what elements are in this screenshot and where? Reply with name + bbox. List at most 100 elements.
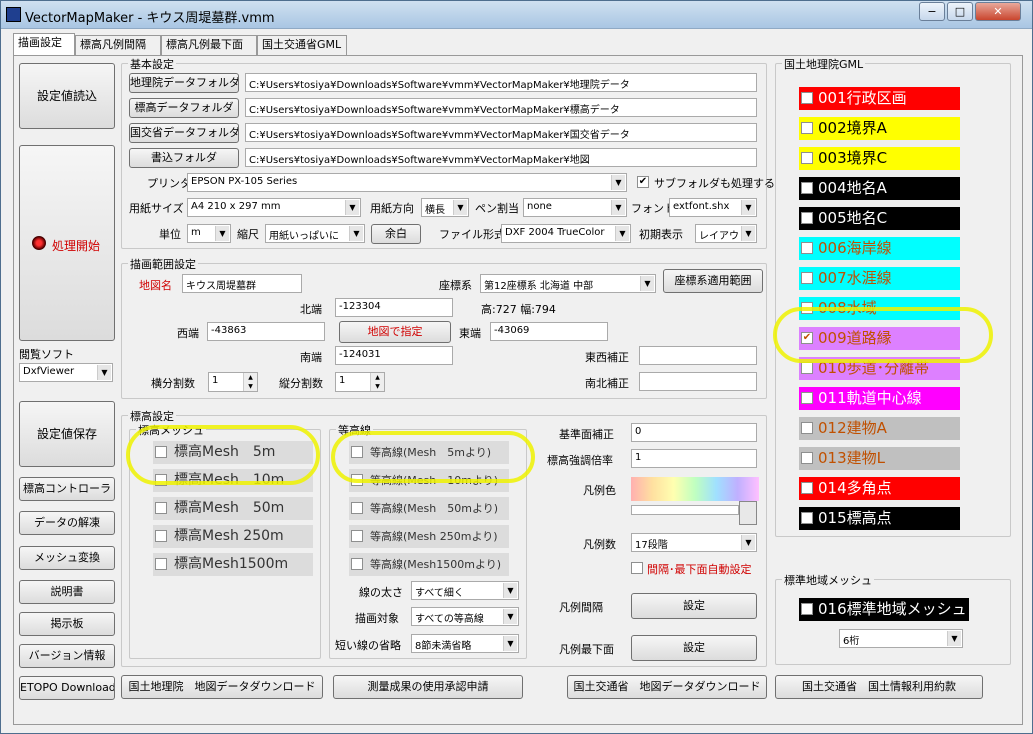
output-folder-button[interactable]: 書込フォルダ (129, 148, 239, 168)
checkbox[interactable] (155, 558, 167, 570)
pen-select[interactable]: none ▼ (523, 198, 627, 217)
ew-correction-field[interactable] (639, 346, 757, 365)
board-button[interactable]: 掲示板 (19, 612, 115, 636)
color-slider-track[interactable] (631, 505, 739, 515)
gsi-folder-path[interactable]: C:¥Users¥tosiya¥Downloads¥Software¥vmm¥V… (245, 73, 757, 92)
minimize-button[interactable]: − (919, 2, 945, 21)
mlit-folder-path[interactable]: C:¥Users¥tosiya¥Downloads¥Software¥vmm¥V… (245, 123, 757, 142)
legend-interval-button[interactable]: 設定 (631, 593, 757, 619)
select-on-map-button[interactable]: 地図で指定 (339, 321, 451, 343)
mesh-250m-option[interactable]: 標高Mesh 250m (153, 525, 313, 548)
paper-direction-select[interactable]: 横長 ▼ (421, 198, 469, 217)
gml-layer-item[interactable]: 003境界C (799, 147, 960, 170)
scale-select[interactable]: 用紙いっぱいに ▼ (265, 224, 365, 243)
checkbox[interactable] (351, 502, 363, 514)
checkbox[interactable] (155, 530, 167, 542)
checkbox[interactable] (801, 392, 813, 404)
checkbox[interactable] (801, 272, 813, 284)
gsi-folder-button[interactable]: 地理院データフォルダ (129, 73, 239, 93)
checkbox[interactable] (801, 92, 813, 104)
mesh-convert-button[interactable]: メッシュ変換 (19, 546, 115, 570)
checkbox[interactable] (351, 558, 363, 570)
initial-view-select[interactable]: レイアウト ▼ (695, 224, 757, 243)
legend-color-gradient[interactable] (631, 477, 759, 501)
paper-size-select[interactable]: A4 210 x 297 mm ▼ (187, 198, 361, 217)
margin-button[interactable]: 余白 (371, 224, 421, 244)
gml-layer-item[interactable]: 006海岸線 (799, 237, 960, 260)
checkbox[interactable] (801, 122, 813, 134)
color-slider-thumb[interactable] (739, 501, 757, 525)
line-width-select[interactable]: すべて細く ▼ (411, 581, 519, 600)
crs-range-button[interactable]: 座標系適用範囲 (663, 269, 763, 293)
output-folder-path[interactable]: C:¥Users¥tosiya¥Downloads¥Software¥vmm¥V… (245, 148, 757, 167)
gml-layer-item[interactable]: 004地名A (799, 177, 960, 200)
gml-layer-item[interactable]: 011軌道中心線 (799, 387, 960, 410)
checkbox[interactable] (801, 422, 813, 434)
checkbox[interactable] (351, 530, 363, 542)
mlit-download-button[interactable]: 国土交通省 地図データダウンロード (567, 675, 767, 699)
elevation-folder-button[interactable]: 標高データフォルダ (129, 98, 239, 118)
subfolder-checkbox[interactable]: ✔ (637, 176, 649, 188)
gml-layer-item[interactable]: 015標高点 (799, 507, 960, 530)
checkbox[interactable] (801, 182, 813, 194)
gml-layer-item[interactable]: 012建物A (799, 417, 960, 440)
gml-layer-item[interactable]: 007水涯線 (799, 267, 960, 290)
maximize-button[interactable]: □ (947, 2, 973, 21)
decompress-button[interactable]: データの解凍 (19, 511, 115, 535)
mesh-50m-option[interactable]: 標高Mesh 50m (153, 497, 313, 520)
legend-count-select[interactable]: 17段階 ▼ (631, 533, 757, 552)
vdiv-stepper[interactable]: 1 ▲ ▼ (335, 372, 385, 392)
auto-setting-checkbox[interactable] (631, 562, 643, 574)
hdiv-stepper[interactable]: 1 ▲ ▼ (208, 372, 258, 392)
tab-mlit-gml[interactable]: 国土交通省GML (257, 35, 347, 55)
gsi-download-button[interactable]: 国土地理院 地図データダウンロード (121, 675, 323, 699)
gml-layer-item[interactable]: 014多角点 (799, 477, 960, 500)
north-field[interactable]: -123304 (335, 298, 453, 317)
font-select[interactable]: extfont.shx ▼ (669, 198, 757, 217)
checkbox[interactable] (801, 362, 813, 374)
mlit-folder-button[interactable]: 国交省データフォルダ (129, 123, 239, 143)
checkbox[interactable] (801, 242, 813, 254)
checkbox[interactable] (801, 603, 813, 615)
gml-layer-item[interactable]: 005地名C (799, 207, 960, 230)
spin-arrows-icon[interactable]: ▲ ▼ (243, 373, 257, 391)
survey-approval-button[interactable]: 測量成果の使用承認申請 (333, 675, 523, 699)
manual-button[interactable]: 説明書 (19, 580, 115, 604)
version-button[interactable]: バージョン情報 (19, 644, 115, 668)
checkbox[interactable] (801, 512, 813, 524)
mlit-terms-button[interactable]: 国土交通省 国土情報利用約款 (775, 675, 983, 699)
west-field[interactable]: -43863 (207, 322, 325, 341)
short-line-select[interactable]: 8節未満省略 ▼ (411, 634, 519, 653)
start-button[interactable]: 処理開始 (19, 145, 115, 341)
mesh-digits-select[interactable]: 6桁 ▼ (839, 629, 963, 648)
tab-legend-interval[interactable]: 標高凡例間隔 (75, 35, 161, 55)
gml-layer-item[interactable]: 001行政区画 (799, 87, 960, 110)
checkbox[interactable] (801, 482, 813, 494)
draw-target-select[interactable]: すべての等高線 ▼ (411, 607, 519, 626)
save-settings-button[interactable]: 設定値保存 (19, 401, 115, 467)
viewer-select[interactable]: DxfViewer ▼ (19, 363, 113, 382)
ns-correction-field[interactable] (639, 372, 757, 391)
unit-select[interactable]: m ▼ (187, 224, 231, 243)
tab-legend-bottom[interactable]: 標高凡例最下面 (161, 35, 257, 55)
printer-select[interactable]: EPSON PX-105 Series ▼ (187, 173, 627, 192)
gml-layer-item[interactable]: 002境界A (799, 117, 960, 140)
checkbox[interactable] (801, 212, 813, 224)
file-format-select[interactable]: DXF 2004 TrueColor ▼ (501, 224, 631, 243)
legend-bottom-button[interactable]: 設定 (631, 635, 757, 661)
contour-controller-button[interactable]: 標高コントローラ (19, 477, 115, 501)
elevation-folder-path[interactable]: C:¥Users¥tosiya¥Downloads¥Software¥vmm¥V… (245, 98, 757, 117)
contour-50m-option[interactable]: 等高線(Mesh 50mより) (349, 497, 509, 520)
checkbox[interactable] (155, 502, 167, 514)
base-correction-field[interactable]: 0 (631, 423, 757, 442)
spin-arrows-icon[interactable]: ▲ ▼ (370, 373, 384, 391)
south-field[interactable]: -124031 (335, 346, 453, 365)
crs-select[interactable]: 第12座標系 北海道 中部 ▼ (480, 274, 656, 293)
tab-draw-settings[interactable]: 描画設定 (13, 33, 75, 56)
exaggeration-field[interactable]: 1 (631, 449, 757, 468)
standard-mesh-option[interactable]: 016標準地域メッシュ (799, 598, 969, 621)
checkbox[interactable] (801, 152, 813, 164)
load-settings-button[interactable]: 設定値読込 (19, 63, 115, 129)
close-button[interactable]: ✕ (975, 2, 1021, 21)
contour-1500m-option[interactable]: 等高線(Mesh1500mより) (349, 553, 509, 576)
